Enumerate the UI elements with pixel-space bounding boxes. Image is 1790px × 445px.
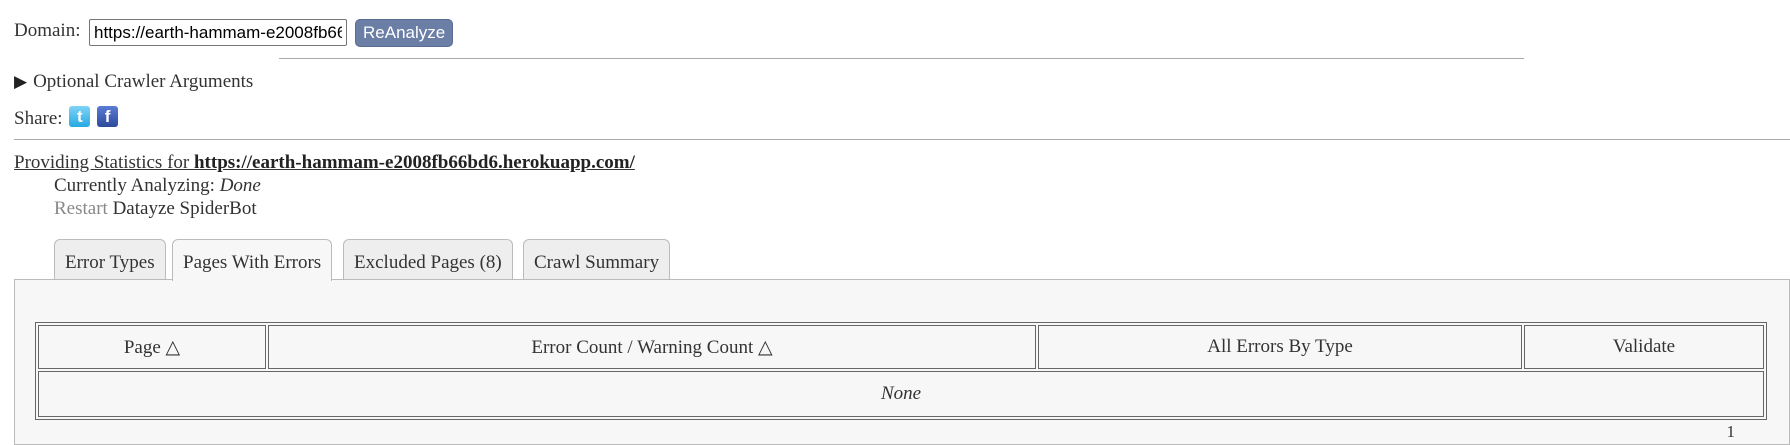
tab-crawl-summary[interactable]: Crawl Summary <box>523 239 671 279</box>
optional-crawler-arguments-toggle[interactable]: ▶ Optional Crawler Arguments <box>14 71 253 93</box>
facebook-icon[interactable]: f <box>97 106 119 127</box>
analyzed-url-link[interactable]: https://earth-hammam-e2008fb66bd6.heroku… <box>194 152 635 173</box>
column-header-validate: Validate <box>1524 325 1764 369</box>
column-header-error-count[interactable]: Error Count / Warning Count △ <box>268 325 1036 369</box>
column-header-page[interactable]: Page △ <box>38 325 266 369</box>
providing-statistics: Providing Statistics for https://earth-h… <box>14 152 635 174</box>
divider <box>279 58 1524 59</box>
currently-analyzing: Currently Analyzing: Done <box>54 175 261 197</box>
tab-pages-with-errors[interactable]: Pages With Errors <box>172 239 333 281</box>
share-row: Share: t f <box>14 106 119 130</box>
column-header-all-errors-by-type: All Errors By Type <box>1038 325 1522 369</box>
reanalyze-button[interactable]: ReAnalyze <box>355 19 454 47</box>
restart-row: Restart Datayze SpiderBot <box>54 198 257 220</box>
pages-with-errors-table: Page △ Error Count / Warning Count △ All… <box>35 322 1767 420</box>
optional-crawler-arguments-label: Optional Crawler Arguments <box>33 71 254 92</box>
empty-table-message: None <box>38 371 1764 417</box>
divider <box>14 139 1790 140</box>
domain-label: Domain: <box>14 20 81 41</box>
domain-input[interactable] <box>89 19 347 46</box>
table-header-row: Page △ Error Count / Warning Count △ All… <box>38 325 1764 369</box>
currently-analyzing-label: Currently Analyzing: <box>54 175 220 196</box>
restart-link[interactable]: Restart <box>54 198 108 219</box>
restart-suffix: Datayze SpiderBot <box>107 198 257 219</box>
triangle-right-icon: ▶ <box>14 72 28 91</box>
currently-analyzing-value: Done <box>219 175 261 196</box>
table-row: None <box>38 371 1764 417</box>
share-label: Share: <box>14 108 63 129</box>
pagination-page[interactable]: 1 <box>1727 422 1736 442</box>
tab-excluded-pages[interactable]: Excluded Pages (8) <box>343 239 513 279</box>
twitter-icon[interactable]: t <box>69 106 91 127</box>
tab-error-types[interactable]: Error Types <box>54 239 166 279</box>
providing-statistics-prefix: Providing Statistics for <box>14 152 194 173</box>
